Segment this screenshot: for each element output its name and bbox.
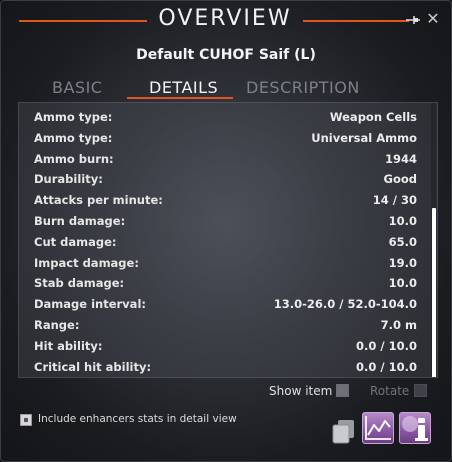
detail-value: 1944: [384, 151, 417, 166]
pin-icon[interactable]: [405, 12, 421, 28]
detail-row: Damage interval: 13.0-26.0 / 52.0-104.0: [19, 294, 419, 315]
detail-value: 7.0 m: [380, 317, 417, 332]
include-enhancers-checkbox[interactable]: [20, 414, 32, 426]
detail-row: Cut damage: 65.0: [19, 232, 419, 253]
detail-label: Range:: [34, 317, 80, 332]
copy-icon[interactable]: [331, 418, 357, 444]
detail-value: 0.0 / 10.0: [356, 338, 417, 353]
tab-description[interactable]: DESCRIPTION: [246, 78, 360, 98]
title-divider-right: [303, 20, 409, 22]
detail-value: 13.0-26.0 / 52.0-104.0: [273, 297, 417, 312]
item-name: Default CUHOF Saif (L): [136, 47, 316, 63]
detail-row: Burn damage: 10.0: [19, 211, 419, 232]
window-title: OVERVIEW: [158, 6, 292, 31]
detail-label: Hit ability:: [34, 338, 103, 353]
detail-value: 0.0 / 10.0: [356, 359, 417, 374]
detail-row: Critical hit ability: 0.0 / 10.0: [19, 357, 419, 377]
detail-row: Durability: Good: [19, 169, 419, 190]
detail-row: Ammo type: Weapon Cells: [19, 107, 419, 128]
show-item-checkbox[interactable]: [336, 384, 349, 397]
detail-row: Stab damage: 10.0: [19, 273, 419, 294]
detail-label: Ammo type:: [34, 110, 113, 124]
detail-label: Impact damage:: [34, 255, 139, 270]
detail-row: Hit ability: 0.0 / 10.0: [19, 336, 419, 357]
info-icon: [402, 416, 428, 441]
detail-value: Weapon Cells: [329, 110, 417, 124]
detail-label: Stab damage:: [34, 276, 125, 291]
detail-value: Universal Ammo: [311, 130, 417, 145]
detail-value: 65.0: [388, 234, 417, 249]
detail-label: Cut damage:: [34, 234, 117, 249]
detail-label: Durability:: [34, 172, 103, 187]
chart-button[interactable]: [362, 412, 394, 444]
detail-row: Range: 7.0 m: [19, 315, 419, 336]
title-divider-left: [19, 20, 147, 22]
tab-basic[interactable]: BASIC: [52, 78, 102, 98]
detail-label: Ammo burn:: [34, 151, 114, 166]
details-panel: Ammo type: Weapon Cells Ammo type: Unive…: [18, 102, 438, 378]
close-icon[interactable]: ✕: [425, 10, 441, 28]
active-tab-indicator: [127, 97, 233, 99]
detail-label: Damage interval:: [34, 297, 146, 312]
detail-row: Impact damage: 19.0: [19, 253, 419, 274]
detail-row: Ammo type: Universal Ammo: [19, 128, 419, 149]
details-list: Ammo type: Weapon Cells Ammo type: Unive…: [19, 107, 419, 377]
scrollbar-thumb[interactable]: [432, 208, 436, 377]
detail-value: 10.0: [388, 276, 417, 291]
detail-value: 19.0: [388, 255, 417, 270]
detail-label: Critical hit ability:: [34, 359, 152, 374]
overview-window: OVERVIEW ✕ Default CUHOF Saif (L) BASIC …: [0, 0, 452, 462]
detail-row: Ammo burn: 1944: [19, 149, 419, 170]
detail-value: Good: [383, 172, 417, 187]
detail-label: Ammo type:: [34, 130, 113, 145]
tab-details[interactable]: DETAILS: [149, 78, 218, 98]
show-item-label: Show item: [269, 384, 333, 398]
detail-value: 10.0: [388, 213, 417, 228]
rotate-checkbox[interactable]: [414, 384, 427, 397]
chart-icon: [365, 416, 391, 440]
detail-value: 14 / 30: [372, 193, 417, 208]
info-button[interactable]: [399, 412, 431, 444]
title-bar[interactable]: OVERVIEW ✕: [1, 1, 451, 41]
detail-row: Attacks per minute: 14 / 30: [19, 190, 419, 211]
detail-label: Burn damage:: [34, 213, 126, 228]
rotate-label: Rotate: [370, 384, 410, 398]
include-enhancers-label: Include enhancers stats in detail view: [38, 413, 237, 425]
detail-label: Attacks per minute:: [34, 193, 163, 208]
